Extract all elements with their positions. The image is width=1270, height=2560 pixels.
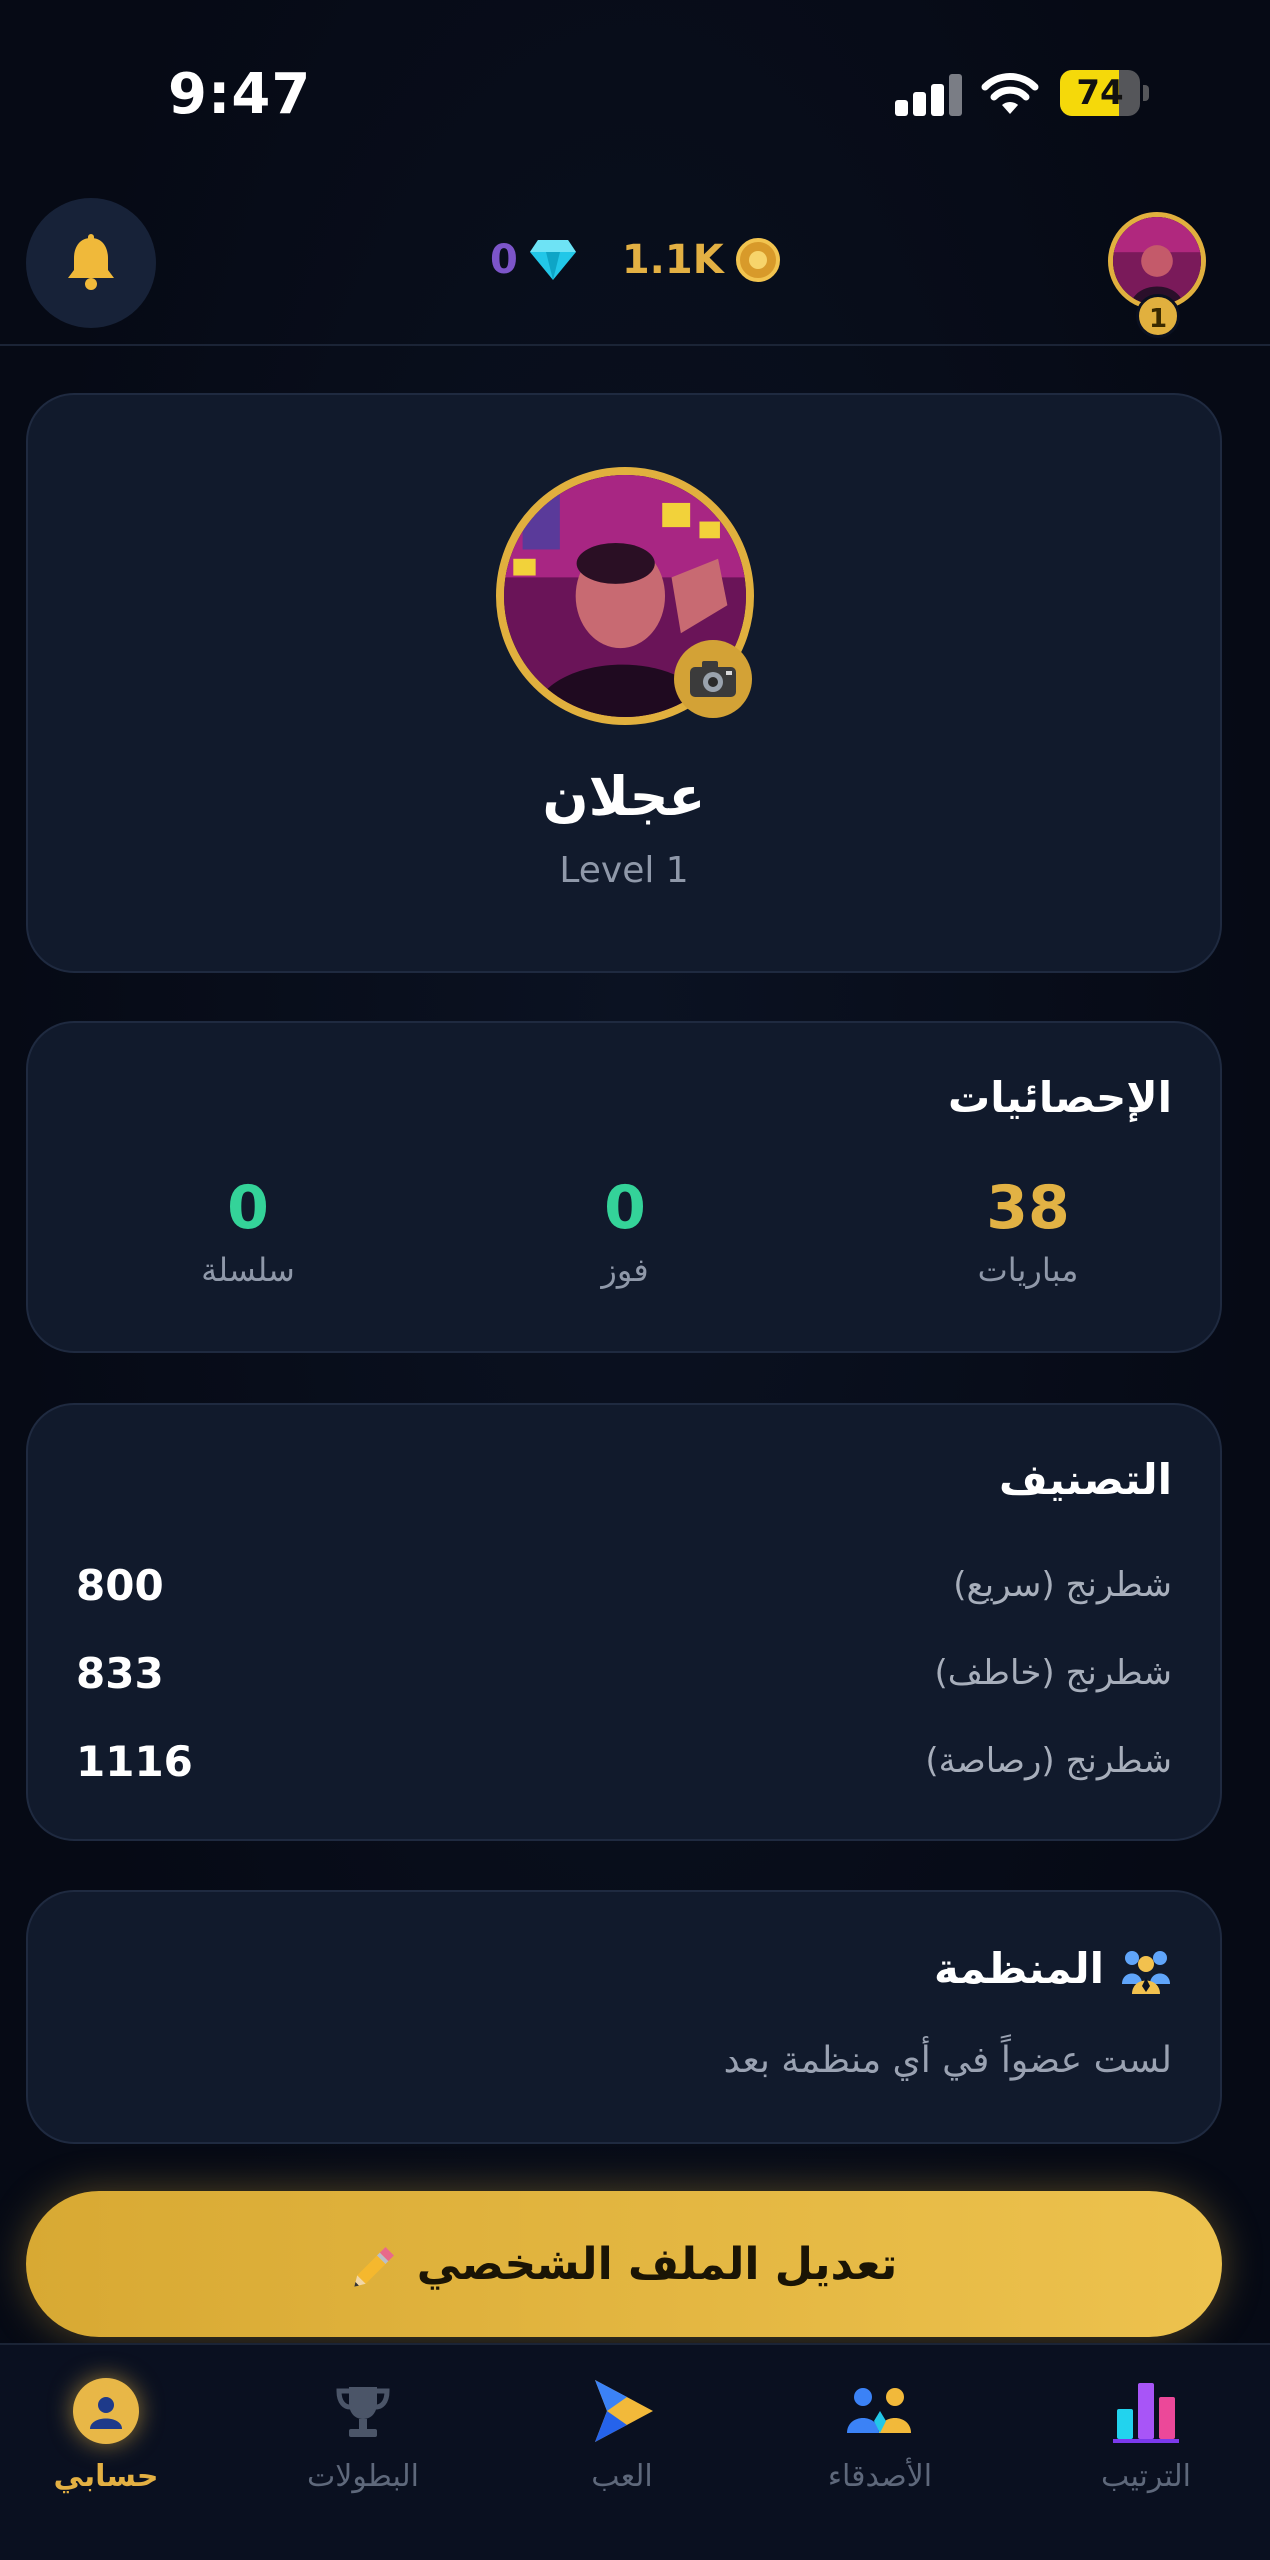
bottom-navigation: حسابي البطولات العب الأصدقاء الترتيب — [0, 2343, 1270, 2560]
profile-card: عجلان Level 1 — [26, 393, 1222, 973]
stat-value: 38 — [986, 1173, 1070, 1243]
rating-row-blitz: 833 شطرنج (خاطف) — [76, 1643, 1172, 1703]
stat-value: 0 — [604, 1173, 646, 1243]
status-bar: 9:47 74 — [0, 0, 1270, 190]
camera-icon — [690, 661, 736, 697]
rating-value: 800 — [76, 1560, 164, 1610]
nav-label: الأصدقاء — [827, 2459, 933, 2494]
gem-count: 0 — [490, 237, 518, 283]
rating-title: التصنيف — [998, 1455, 1172, 1504]
top-header: 0 1.1K 1 — [0, 190, 1270, 346]
rating-card: التصنيف 800 شطرنج (سريع) 833 شطرنج (خاطف… — [26, 1403, 1222, 1841]
status-time: 9:47 — [168, 62, 312, 127]
organization-title: المنظمة — [933, 1943, 1104, 1993]
trophy-icon — [336, 2387, 390, 2437]
stat-wins: 0 فوز — [475, 1173, 775, 1289]
notifications-button[interactable] — [26, 198, 156, 328]
nav-item-friends[interactable]: الأصدقاء — [780, 2371, 980, 2494]
coin-icon — [735, 238, 780, 282]
stat-label: فوز — [601, 1251, 649, 1289]
nav-label: حسابي — [53, 2459, 159, 2494]
nav-item-leaderboard[interactable]: الترتيب — [1046, 2371, 1246, 2494]
wifi-icon — [981, 73, 1039, 114]
nav-label: العب — [591, 2459, 653, 2494]
nav-item-play[interactable]: العب — [522, 2371, 722, 2494]
friends-icon — [847, 2388, 911, 2433]
profile-level: Level 1 — [559, 850, 689, 891]
nav-item-profile[interactable]: حسابي — [6, 2371, 206, 2494]
leaderboard-icon — [1113, 2383, 1179, 2443]
nav-item-tournaments[interactable]: البطولات — [263, 2371, 463, 2494]
edit-profile-label: تعديل الملف الشخصي — [416, 2238, 898, 2290]
currency-display: 0 1.1K — [490, 230, 780, 290]
battery-icon: 74 — [1060, 70, 1150, 116]
organization-card: المنظمة لست عضواً في أي منظمة بعد — [26, 1890, 1222, 2144]
rating-label: شطرنج (خاطف) — [934, 1653, 1172, 1693]
organization-header: المنظمة — [934, 1942, 1172, 1994]
stat-streak: 0 سلسلة — [98, 1173, 398, 1289]
change-photo-button[interactable] — [674, 640, 752, 718]
organization-icon — [1122, 1951, 1170, 1994]
stats-title: الإحصائيات — [948, 1073, 1172, 1122]
rating-label: شطرنج (رصاصة) — [925, 1741, 1172, 1781]
battery-percent: 74 — [1076, 73, 1124, 113]
nav-label: البطولات — [307, 2459, 419, 2494]
stat-value: 0 — [227, 1173, 269, 1243]
level-badge: 1 — [1136, 294, 1180, 338]
pencil-icon — [354, 2247, 394, 2287]
stat-matches: 38 مباريات — [878, 1173, 1178, 1289]
coin-count: 1.1K — [621, 237, 724, 283]
rating-row-rapid: 800 شطرنج (سريع) — [76, 1555, 1172, 1615]
play-icon — [595, 2380, 653, 2442]
nav-label: الترتيب — [1101, 2459, 1191, 2494]
stat-label: مباريات — [977, 1251, 1079, 1289]
profile-name: عجلان — [542, 765, 706, 828]
stats-card: الإحصائيات 38 مباريات 0 فوز 0 سلسلة — [26, 1021, 1222, 1353]
rating-value: 1116 — [76, 1736, 193, 1786]
profile-screen: 9:47 74 0 1.1K 1 عجلان Level 1 الإحصائيا… — [0, 0, 1270, 2560]
gem-icon — [529, 240, 576, 280]
bell-icon — [68, 234, 114, 290]
cellular-signal-icon — [895, 74, 962, 116]
stat-label: سلسلة — [201, 1251, 295, 1289]
rating-label: شطرنج (سريع) — [953, 1565, 1172, 1605]
profile-icon — [73, 2378, 139, 2444]
rating-row-bullet: 1116 شطرنج (رصاصة) — [76, 1731, 1172, 1791]
edit-profile-button[interactable]: تعديل الملف الشخصي — [26, 2191, 1222, 2337]
organization-subtitle: لست عضواً في أي منظمة بعد — [723, 2040, 1172, 2081]
rating-value: 833 — [76, 1648, 164, 1698]
